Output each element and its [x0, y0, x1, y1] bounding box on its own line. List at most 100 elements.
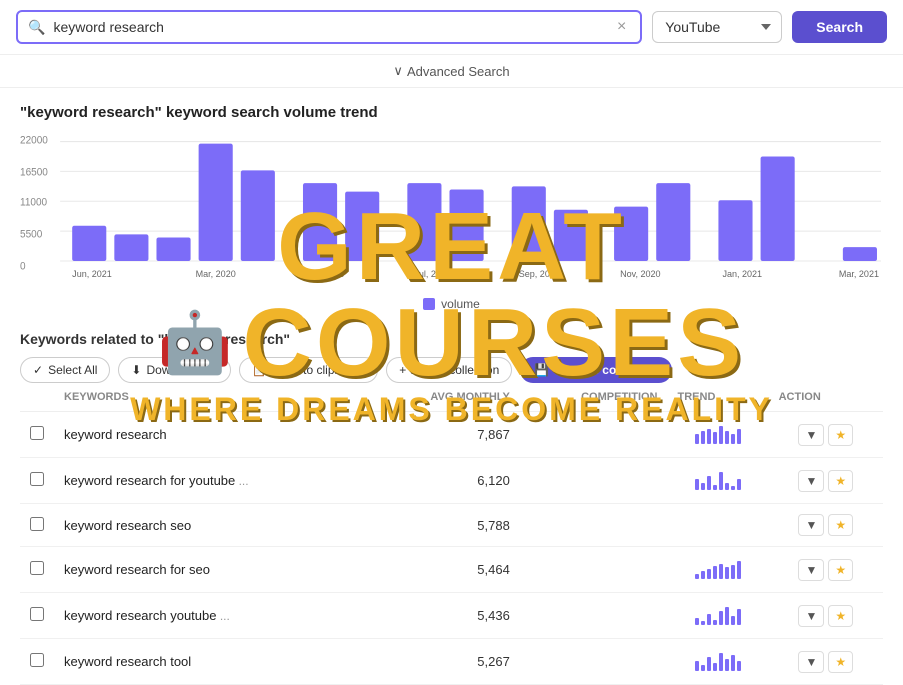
trend-bar: [725, 483, 729, 490]
dropdown-button[interactable]: ▼: [798, 651, 824, 673]
advanced-search-button[interactable]: ∨ Advanced Search: [393, 63, 509, 79]
keywords-title: Keywords related to "keyword research": [20, 331, 290, 347]
th-keywords: KEYWORDS: [54, 383, 367, 412]
svg-text:May, 2020: May, 2020: [303, 269, 344, 279]
save-collection-label: Save as collection: [554, 363, 658, 377]
star-button[interactable]: ★: [828, 651, 853, 673]
keyword-name: keyword research seo: [54, 504, 367, 547]
trend-bar: [707, 614, 711, 625]
svg-text:Mar, 2020: Mar, 2020: [196, 269, 236, 279]
table-row: keyword research for seo5,464▼★: [20, 547, 883, 593]
search-input[interactable]: [53, 19, 613, 35]
trend-bar: [695, 434, 699, 444]
star-button[interactable]: ★: [828, 559, 853, 581]
trend-bar: [725, 567, 729, 579]
clear-button[interactable]: ×: [613, 18, 630, 36]
th-action: ACTION: [769, 383, 883, 412]
row-checkbox[interactable]: [30, 472, 44, 486]
trend-bar: [713, 485, 717, 490]
trend-bar: [713, 620, 717, 625]
svg-text:Jun, 2021: Jun, 2021: [72, 269, 112, 279]
keyword-name: keyword research tool: [54, 639, 367, 685]
download-list-button[interactable]: ⬇ Download list: [118, 357, 230, 383]
keyword-action: ▼★: [769, 412, 883, 458]
row-checkbox[interactable]: [30, 653, 44, 667]
ellipsis-icon: ...: [235, 474, 248, 488]
trend-bar: [707, 569, 711, 579]
chart-section: "keyword research" keyword search volume…: [0, 88, 903, 319]
keyword-volume: 6,120: [367, 458, 519, 504]
trend-bar: [713, 566, 717, 579]
select-all-button[interactable]: ✓ Select All: [20, 357, 110, 383]
trend-bar: [695, 479, 699, 490]
row-checkbox[interactable]: [30, 426, 44, 440]
legend-color-dot: [423, 298, 435, 310]
keyword-trend: [668, 458, 769, 504]
keyword-volume: 5,267: [367, 639, 519, 685]
trend-bar: [719, 472, 723, 490]
advanced-search-row: ∨ Advanced Search: [0, 55, 903, 88]
trend-bar: [719, 426, 723, 444]
save-collection-button[interactable]: 💾 Save as collection: [520, 357, 672, 383]
th-competition: COMPETITION: [520, 383, 668, 412]
svg-text:Nov, 2020: Nov, 2020: [620, 269, 660, 279]
keyword-volume: 5,436: [367, 593, 519, 639]
th-trend: TREND: [668, 383, 769, 412]
keyword-action: ▼★: [769, 639, 883, 685]
star-button[interactable]: ★: [828, 470, 853, 492]
trend-bar: [737, 561, 741, 579]
add-collection-label: Add to collection: [411, 363, 499, 377]
keyword-action: ▼★: [769, 547, 883, 593]
svg-text:Jul, 2020: Jul, 2020: [414, 269, 451, 279]
keyword-trend: [668, 593, 769, 639]
trend-bar: [719, 653, 723, 671]
keyword-competition: [520, 412, 668, 458]
keyword-name: keyword research for youtube ...: [54, 458, 367, 504]
svg-text:16500: 16500: [20, 167, 48, 178]
row-checkbox[interactable]: [30, 607, 44, 621]
keyword-competition: [520, 547, 668, 593]
dropdown-button[interactable]: ▼: [798, 605, 824, 627]
star-button[interactable]: ★: [828, 424, 853, 446]
dropdown-button[interactable]: ▼: [798, 559, 824, 581]
keyword-competition: [520, 639, 668, 685]
keyword-competition: [520, 504, 668, 547]
search-button[interactable]: Search: [792, 11, 887, 43]
star-button[interactable]: ★: [828, 514, 853, 536]
search-icon: 🔍: [28, 19, 45, 36]
save-icon: 💾: [534, 363, 549, 377]
keyword-action: ▼★: [769, 593, 883, 639]
keyword-name: keyword research for seo: [54, 547, 367, 593]
trend-bar: [713, 663, 717, 671]
check-icon: ✓: [33, 363, 43, 377]
row-checkbox[interactable]: [30, 561, 44, 575]
add-collection-button[interactable]: + Add to collection: [386, 357, 512, 383]
keyword-trend: [668, 639, 769, 685]
star-button[interactable]: ★: [828, 605, 853, 627]
keywords-table: KEYWORDS AVG MONTHLY COMPETITION TREND A…: [20, 383, 883, 685]
dropdown-button[interactable]: ▼: [798, 514, 824, 536]
download-list-label: Download list: [146, 363, 217, 377]
keyword-trend: [668, 504, 769, 547]
ellipsis-icon: ...: [216, 609, 229, 623]
keyword-competition: [520, 458, 668, 504]
row-checkbox[interactable]: [30, 517, 44, 531]
search-input-wrap: 🔍 ×: [16, 10, 642, 44]
copy-clipboard-button[interactable]: 📋 Copy to clipboard: [239, 357, 378, 383]
trend-bar: [737, 661, 741, 671]
table-row: keyword research for youtube ...6,120 ▼★: [20, 458, 883, 504]
trend-bar: [731, 565, 735, 579]
trend-bar: [701, 571, 705, 579]
dropdown-button[interactable]: ▼: [798, 470, 824, 492]
svg-text:0: 0: [20, 261, 26, 272]
platform-select[interactable]: YouTube Google Amazon Bing: [652, 11, 782, 43]
trend-bar: [707, 657, 711, 671]
advanced-search-label: Advanced Search: [407, 64, 510, 79]
trend-chart: 22000 16500 11000 5500 0: [20, 133, 883, 293]
trend-bar: [701, 621, 705, 625]
copy-icon: 📋: [252, 363, 267, 377]
dropdown-button[interactable]: ▼: [798, 424, 824, 446]
keyword-volume: 7,867: [367, 412, 519, 458]
table-row: keyword research7,867▼★: [20, 412, 883, 458]
keyword-competition: [520, 593, 668, 639]
